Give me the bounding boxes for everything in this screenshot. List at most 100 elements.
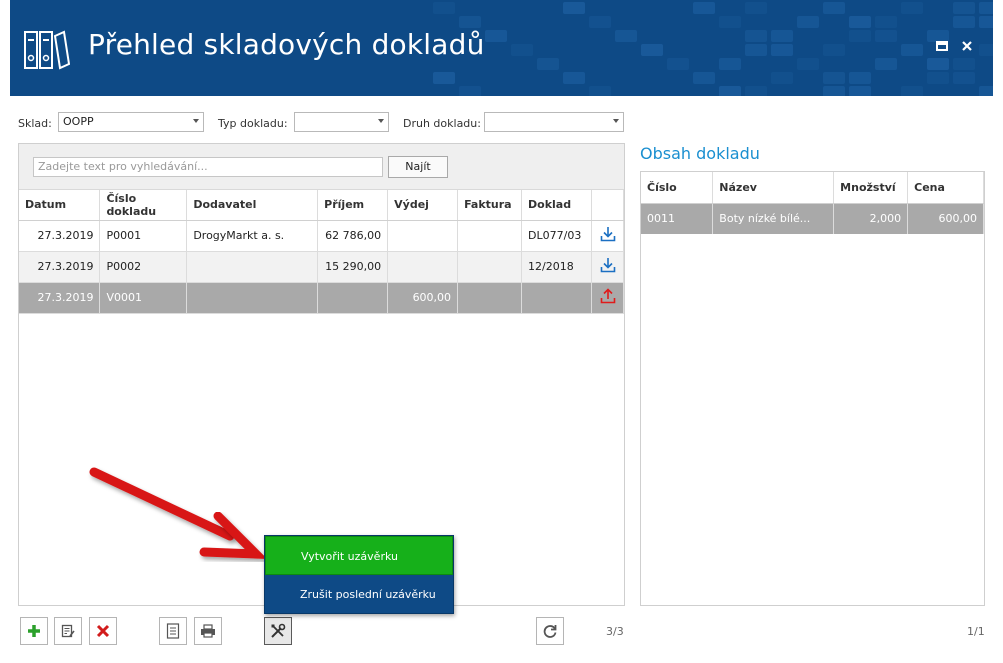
col-doklad[interactable]: Doklad [521, 190, 592, 221]
document-button[interactable] [159, 617, 187, 645]
chevron-down-icon [193, 119, 199, 123]
annotation-arrow-icon [89, 467, 268, 559]
table-row[interactable]: 27.3.2019 P0002 15 290,00 12/2018 [19, 251, 624, 283]
chevron-down-icon [613, 119, 619, 123]
content-counter: 1/1 [967, 625, 985, 638]
header-pattern-tile [485, 30, 507, 42]
chevron-down-icon [378, 119, 384, 123]
header-pattern-tile [797, 58, 819, 70]
col-cislo[interactable]: Číslo [641, 172, 714, 204]
edit-icon [61, 624, 75, 638]
documents-counter: 3/3 [606, 625, 624, 638]
cell-vydej: 600,00 [387, 282, 459, 314]
content-table: Číslo Název Množství Cena 0011 Boty nízk… [641, 172, 984, 234]
cell-prijem [317, 282, 389, 314]
header-pattern-tile [979, 44, 993, 56]
header-pattern-tile [979, 2, 993, 14]
header-pattern-tile [745, 44, 767, 56]
app-header: Přehled skladových dokladů [10, 0, 993, 96]
cell-faktura [457, 282, 523, 314]
sklad-value: OOPP [63, 115, 94, 128]
cell-datum: 27.3.2019 [19, 251, 101, 283]
header-pattern-tile [589, 16, 611, 28]
tools-icon [271, 623, 286, 638]
header-pattern-tile [615, 30, 637, 42]
header-pattern-tile [875, 30, 897, 42]
header-pattern-tile [771, 44, 793, 56]
header-pattern-tile [563, 2, 585, 14]
refresh-icon [543, 625, 557, 638]
cell-vydej [387, 220, 459, 252]
cell-cislo: P0001 [99, 220, 188, 252]
header-pattern-tile [459, 16, 481, 28]
table-header-row: Datum Číslo dokladu Dodavatel Příjem Výd… [19, 190, 624, 221]
add-button[interactable] [20, 617, 48, 645]
close-icon[interactable] [960, 40, 974, 54]
col-datum[interactable]: Datum [19, 190, 101, 221]
download-icon[interactable] [591, 220, 624, 252]
search-input[interactable]: Zadejte text pro vyhledávání... [33, 157, 383, 177]
cell-dodavatel [186, 282, 319, 314]
header-pattern-tile [979, 16, 993, 28]
col-cena[interactable]: Cena [907, 172, 984, 204]
header-pattern-tile [979, 86, 993, 96]
header-pattern-tile [433, 2, 455, 14]
refresh-button[interactable] [536, 617, 564, 645]
document-icon [166, 623, 180, 639]
print-button[interactable] [194, 617, 222, 645]
menu-item-vytvorit-uzaverku[interactable]: Vytvořit uzávěrku [265, 536, 453, 575]
col-mnozstvi[interactable]: Množství [833, 172, 909, 204]
cell-vydej [387, 251, 459, 283]
table-row-selected[interactable]: 27.3.2019 V0001 600,00 [19, 282, 624, 314]
download-icon[interactable] [591, 251, 624, 283]
header-pattern-tile [901, 44, 923, 56]
header-pattern-tile [641, 44, 663, 56]
header-pattern-tile [849, 72, 871, 84]
col-prijem[interactable]: Příjem [317, 190, 389, 221]
menu-item-zrusit-posledni-uzaverku[interactable]: Zrušit poslední uzávěrku [265, 575, 453, 614]
header-pattern [433, 0, 993, 96]
cell-faktura [457, 220, 523, 252]
typ-dokladu-select[interactable] [294, 112, 389, 132]
tools-popup-menu: Vytvořit uzávěrku Zrušit poslední uzávěr… [264, 535, 454, 614]
table-row[interactable]: 27.3.2019 P0001 DrogyMarkt a. s. 62 786,… [19, 220, 624, 252]
header-pattern-tile [823, 44, 845, 56]
typ-dokladu-label: Typ dokladu: [218, 117, 288, 130]
sklad-select[interactable]: OOPP [58, 112, 204, 132]
binders-icon [24, 30, 70, 70]
upload-icon[interactable] [591, 282, 624, 314]
header-pattern-tile [537, 58, 559, 70]
header-pattern-tile [927, 58, 949, 70]
header-pattern-tile [745, 2, 767, 14]
delete-button[interactable] [89, 617, 117, 645]
col-vydej[interactable]: Výdej [387, 190, 459, 221]
cell-cislo: 0011 [641, 203, 714, 234]
header-pattern-tile [719, 16, 741, 28]
cell-dodavatel [186, 251, 319, 283]
maximize-icon[interactable] [935, 40, 949, 54]
table-header-row: Číslo Název Množství Cena [641, 172, 984, 204]
cell-dodavatel: DrogyMarkt a. s. [186, 220, 319, 252]
cell-faktura [457, 251, 523, 283]
header-pattern-tile [823, 86, 845, 96]
col-dodavatel[interactable]: Dodavatel [186, 190, 319, 221]
col-faktura[interactable]: Faktura [457, 190, 523, 221]
search-button[interactable]: Najít [388, 156, 448, 178]
col-cislo-dokladu[interactable]: Číslo dokladu [99, 190, 188, 221]
edit-button[interactable] [54, 617, 82, 645]
documents-table: Datum Číslo dokladu Dodavatel Příjem Výd… [19, 190, 624, 314]
cell-cena: 600,00 [907, 203, 984, 234]
header-pattern-tile [901, 2, 923, 14]
header-pattern-tile [849, 16, 871, 28]
sklad-label: Sklad: [18, 117, 52, 130]
cell-prijem: 15 290,00 [317, 251, 389, 283]
tools-button[interactable] [264, 617, 292, 645]
cell-cislo: V0001 [99, 282, 188, 314]
druh-dokladu-select[interactable] [484, 112, 624, 132]
header-pattern-tile [693, 72, 715, 84]
header-pattern-tile [589, 86, 611, 96]
header-pattern-tile [511, 44, 533, 56]
plus-icon [28, 625, 40, 637]
table-row-selected[interactable]: 0011 Boty nízké bílé... 2,000 600,00 [641, 203, 984, 234]
col-nazev[interactable]: Název [712, 172, 835, 204]
